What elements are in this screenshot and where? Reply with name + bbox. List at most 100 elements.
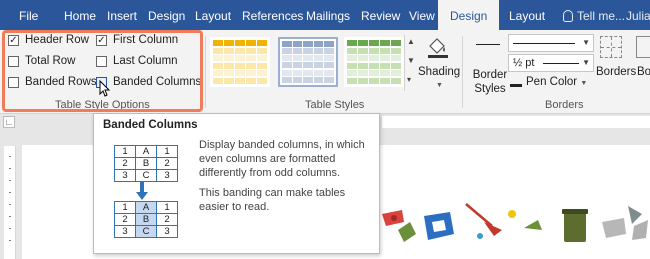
down-arrow-icon (136, 192, 148, 200)
style-cell (391, 70, 401, 76)
tooltip-note: This banding can make tables easier to r… (199, 187, 346, 213)
scroll-down-icon[interactable]: ▼ (407, 56, 415, 65)
style-cell (292, 69, 303, 76)
style-cell (369, 40, 379, 46)
style-cell (282, 55, 292, 62)
chevron-down-icon: ▼ (582, 38, 590, 47)
tab-home[interactable]: Home (64, 0, 96, 30)
style-cell (224, 47, 234, 54)
tell-me-label: Tell me... (577, 9, 626, 23)
style-cell (358, 62, 368, 69)
border-style-line (476, 44, 500, 45)
style-cell (369, 62, 379, 69)
style-cell (282, 41, 292, 47)
style-cell (292, 62, 303, 69)
line-weight-combo[interactable]: ½ pt ▼ (508, 54, 594, 72)
line-weight-sample (543, 62, 580, 64)
tab-file[interactable]: File (19, 0, 38, 30)
horizontal-ruler (382, 116, 650, 128)
style-cell (347, 62, 357, 69)
style-cell (292, 76, 303, 83)
dropdown-arrow-icon: ▼ (436, 82, 443, 89)
style-cell (257, 47, 267, 54)
borders-group-label: Borders (545, 99, 584, 111)
line-weight-value: ½ pt (513, 57, 535, 69)
style-cell (303, 41, 313, 47)
table-style-green[interactable] (344, 37, 404, 87)
table-styles-gallery (206, 33, 424, 93)
style-cell (324, 55, 334, 62)
tooltip-description: Display banded columns, in which even co… (199, 139, 365, 179)
line-style-combo[interactable]: ▼ (508, 34, 594, 52)
style-cell (257, 70, 267, 76)
style-cell (369, 77, 379, 84)
style-cell (246, 55, 256, 61)
scroll-up-icon[interactable]: ▲ (407, 37, 415, 46)
table-style-gold[interactable] (210, 37, 270, 87)
shading-button[interactable]: Shading ▼ (418, 66, 460, 90)
style-cell (257, 55, 267, 61)
style-cell (282, 69, 292, 76)
style-cell (347, 77, 357, 84)
style-cell (313, 62, 324, 69)
style-cell (213, 70, 223, 76)
table-style-blue-gray[interactable] (278, 37, 338, 87)
style-cell (369, 70, 379, 76)
style-cell (303, 76, 313, 83)
gallery-scroll[interactable]: ▲ ▼ ▾ (404, 35, 417, 91)
style-cell (391, 77, 401, 84)
style-cell (303, 62, 313, 69)
style-cell (369, 55, 379, 61)
user-name[interactable]: Julia (626, 0, 650, 30)
ribbon-tab-bar: File Home Insert Design Layout Reference… (0, 0, 650, 30)
style-cell (282, 62, 292, 69)
border-painter-button[interactable]: Bo Pai (637, 66, 650, 78)
tab-design[interactable]: Design (148, 0, 185, 30)
chevron-down-icon: ▼ (582, 58, 590, 67)
style-cell (246, 47, 256, 54)
style-cell (358, 47, 368, 54)
preview-table-before: 1A1 2B2 3C3 (114, 145, 178, 182)
pen-color-button[interactable]: Pen Color ▼ (510, 76, 587, 88)
tab-view[interactable]: View (409, 0, 435, 30)
style-cell (257, 77, 267, 84)
paint-bucket-icon[interactable] (426, 35, 450, 59)
tab-selector-icon[interactable]: ∟ (3, 116, 15, 128)
cleaning-clipart-image[interactable] (380, 200, 650, 255)
tab-table-layout[interactable]: Layout (509, 0, 545, 30)
style-cell (358, 40, 368, 46)
tab-mailings[interactable]: Mailings (306, 0, 350, 30)
style-cell (324, 62, 334, 69)
more-icon[interactable]: ▾ (407, 75, 411, 84)
style-cell (282, 76, 292, 83)
style-cell (369, 47, 379, 54)
borders-grid-icon[interactable] (600, 36, 622, 58)
banded-columns-tooltip: Banded Columns Display banded columns, i… (93, 113, 380, 254)
style-cell (246, 62, 256, 69)
style-cell (358, 77, 368, 84)
style-cell (347, 55, 357, 61)
border-styles-button[interactable]: Border Styles (470, 68, 510, 96)
style-cell (224, 40, 234, 46)
style-cell (224, 70, 234, 76)
tab-review[interactable]: Review (361, 0, 400, 30)
style-cell (257, 62, 267, 69)
tab-insert[interactable]: Insert (107, 0, 137, 30)
style-cell (380, 77, 390, 84)
style-cell (303, 55, 313, 62)
border-painter-icon[interactable] (636, 36, 650, 58)
style-cell (282, 48, 292, 55)
style-cell (391, 47, 401, 54)
tell-me-search[interactable]: Tell me... (563, 0, 625, 30)
tab-layout[interactable]: Layout (195, 0, 231, 30)
tooltip-title: Banded Columns (103, 119, 198, 131)
style-cell (380, 62, 390, 69)
style-cell (292, 48, 303, 55)
borders-button[interactable]: Borders (596, 66, 636, 78)
style-cell (391, 40, 401, 46)
style-cell (380, 40, 390, 46)
style-cell (246, 77, 256, 84)
dropdown-arrow-icon: ▼ (580, 80, 588, 87)
tab-references[interactable]: References (242, 0, 303, 30)
tab-table-design[interactable]: Design (438, 0, 500, 30)
